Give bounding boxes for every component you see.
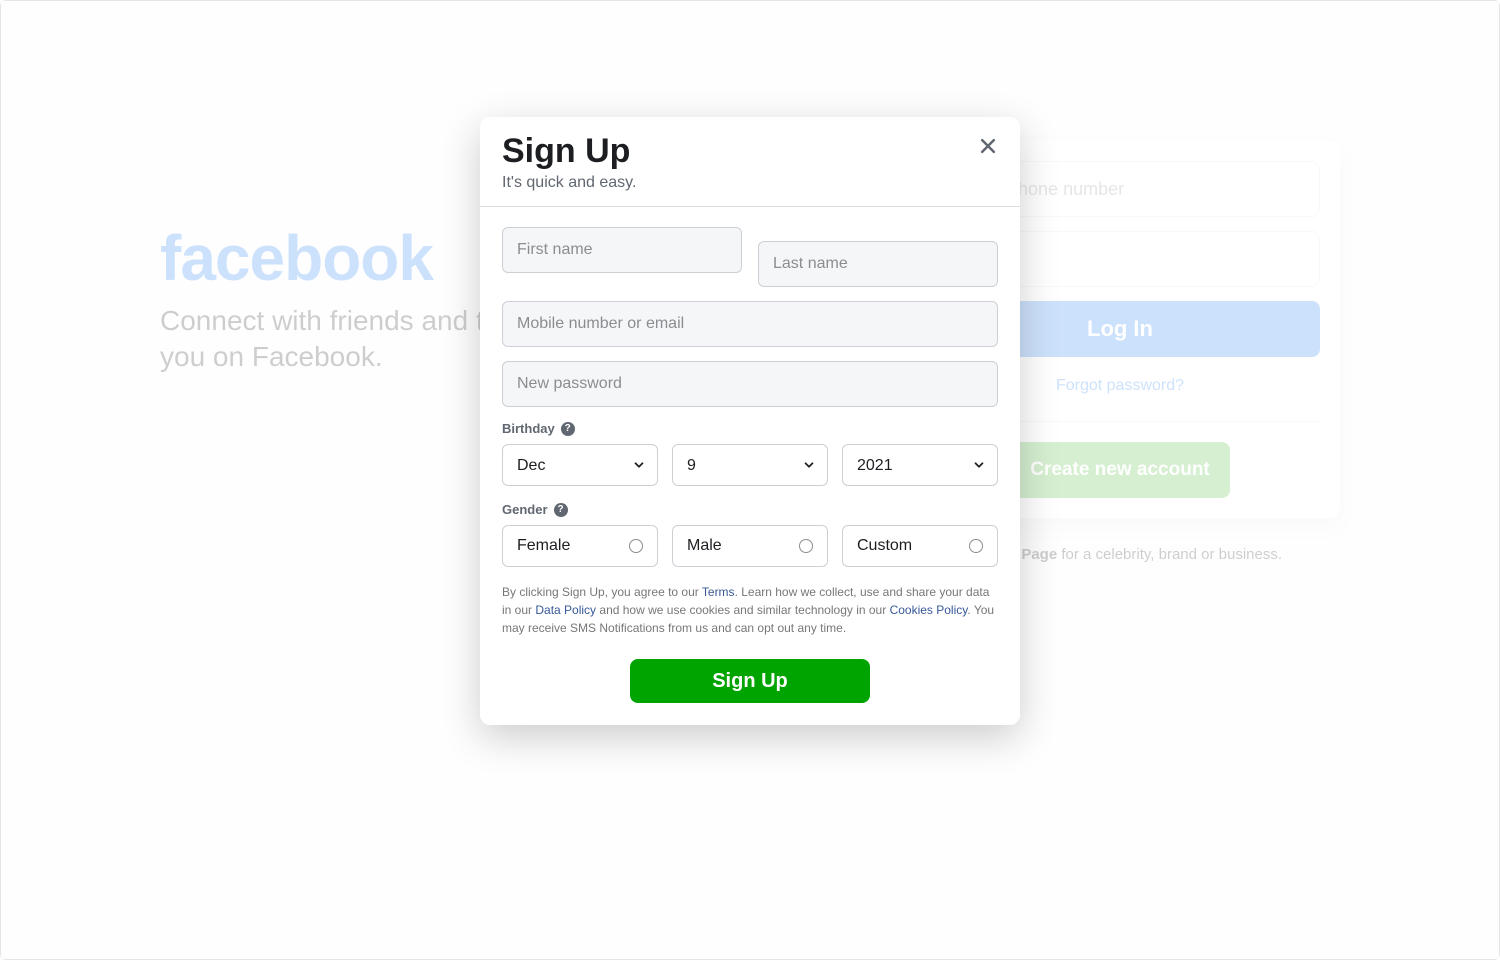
radio-icon xyxy=(629,539,643,553)
terms-link[interactable]: Terms xyxy=(702,585,735,599)
birthday-month-select[interactable]: Dec xyxy=(502,444,658,486)
modal-title: Sign Up xyxy=(502,133,998,170)
mobile-email-input[interactable] xyxy=(502,301,998,347)
modal-subtitle: It's quick and easy. xyxy=(502,174,998,192)
gender-option-male[interactable]: Male xyxy=(672,525,828,567)
signup-modal: Sign Up It's quick and easy. Birthday xyxy=(480,117,1020,725)
close-icon xyxy=(978,136,998,159)
gender-custom-label: Custom xyxy=(857,537,912,555)
radio-icon xyxy=(969,539,983,553)
gender-female-label: Female xyxy=(517,537,570,555)
signup-submit-button[interactable]: Sign Up xyxy=(630,659,870,703)
legal-text: By clicking Sign Up, you agree to our Te… xyxy=(502,583,998,637)
gender-option-custom[interactable]: Custom xyxy=(842,525,998,567)
new-password-input[interactable] xyxy=(502,361,998,407)
gender-label: Gender xyxy=(502,502,548,517)
gender-option-female[interactable]: Female xyxy=(502,525,658,567)
radio-icon xyxy=(799,539,813,553)
birthday-label: Birthday xyxy=(502,421,555,436)
close-button[interactable] xyxy=(974,133,1002,161)
help-icon[interactable]: ? xyxy=(561,422,575,436)
data-policy-link[interactable]: Data Policy xyxy=(535,603,596,617)
first-name-input[interactable] xyxy=(502,227,742,273)
birthday-year-select[interactable]: 2021 xyxy=(842,444,998,486)
last-name-input[interactable] xyxy=(758,241,998,287)
birthday-day-select[interactable]: 9 xyxy=(672,444,828,486)
modal-overlay: Sign Up It's quick and easy. Birthday xyxy=(1,1,1499,959)
gender-male-label: Male xyxy=(687,537,722,555)
cookies-policy-link[interactable]: Cookies Policy xyxy=(890,603,968,617)
help-icon[interactable]: ? xyxy=(554,503,568,517)
